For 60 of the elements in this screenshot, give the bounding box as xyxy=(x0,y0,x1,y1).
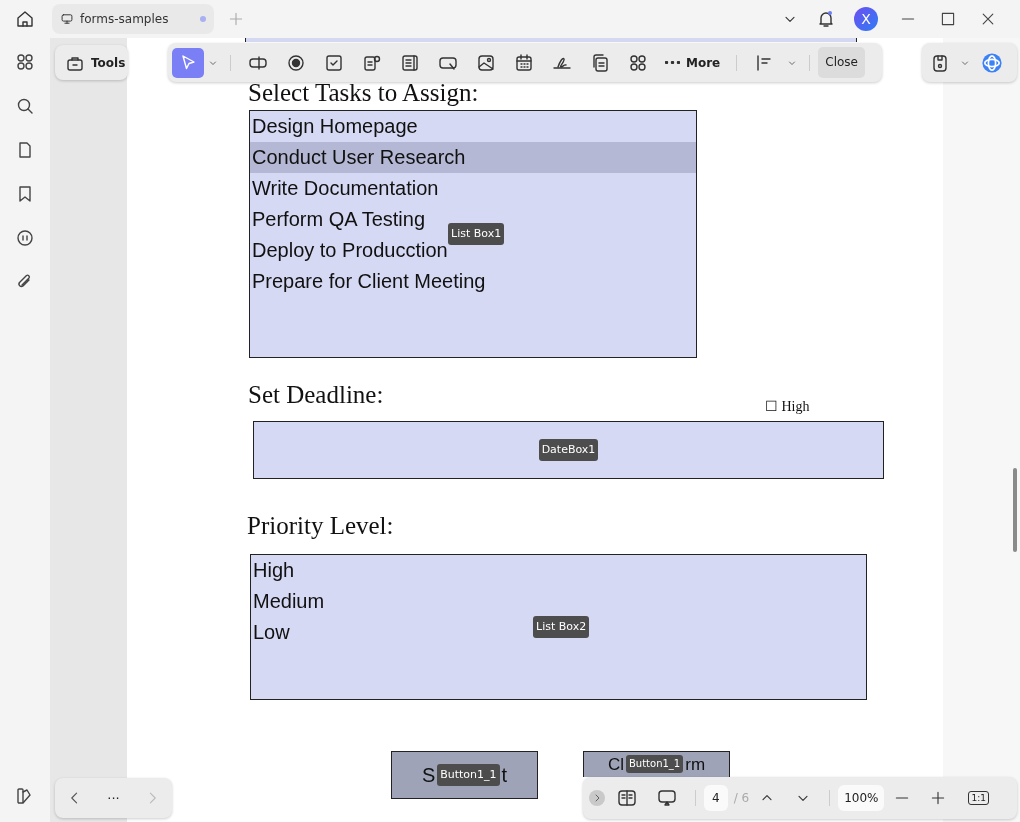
button-label: rm xyxy=(685,755,706,775)
field-tag: List Box1 xyxy=(448,223,505,245)
maximize-icon[interactable] xyxy=(940,11,956,27)
two-page-icon[interactable] xyxy=(617,788,637,808)
field-tag: Button1_1 xyxy=(626,755,684,773)
list-item[interactable]: Medium xyxy=(253,586,325,617)
button-label: Cl xyxy=(607,755,624,775)
list-item[interactable]: Perform QA Testing xyxy=(252,204,426,235)
tab-title: forms-samples xyxy=(80,12,170,26)
list-box[interactable]: High Medium Low List Box2 xyxy=(250,554,867,700)
calendar-icon[interactable] xyxy=(514,52,534,73)
search-icon[interactable] xyxy=(15,96,35,116)
select-tool-button[interactable] xyxy=(172,47,204,78)
field-tag: Button1_1 xyxy=(437,764,500,786)
user-avatar[interactable]: X xyxy=(854,7,878,31)
zoom-level-field[interactable]: 100% xyxy=(838,785,885,811)
list-box[interactable]: Design Homepage Conduct User Research Write Documentation Perform QA Testing List Box1 Deploy to Producction Prepare for Client Meeting xyxy=(249,110,697,358)
presentation-icon[interactable] xyxy=(657,788,677,808)
dots-icon xyxy=(665,61,680,64)
scrollbar[interactable] xyxy=(1013,468,1017,552)
button-label: S xyxy=(421,763,436,787)
more-button[interactable]: More xyxy=(665,55,721,70)
close-icon[interactable] xyxy=(980,11,996,27)
image-icon[interactable] xyxy=(476,52,496,73)
expand-button[interactable] xyxy=(589,790,605,806)
close-button[interactable]: Close xyxy=(818,47,865,78)
copies-icon[interactable] xyxy=(590,52,610,73)
radio-button-icon[interactable] xyxy=(286,52,306,73)
more-button[interactable]: ··· xyxy=(107,790,120,806)
form-button[interactable]: S Button1_1 t xyxy=(391,751,538,799)
field-tag: List Box2 xyxy=(533,616,590,638)
list-item[interactable]: Prepare for Client Meeting xyxy=(252,266,486,297)
save-icon[interactable] xyxy=(930,52,950,73)
form-heading: Priority Level: xyxy=(247,512,394,540)
tools-button[interactable]: Tools xyxy=(55,45,128,80)
list-item[interactable]: Deploy to Producction xyxy=(252,235,448,266)
zoom-in-icon[interactable] xyxy=(930,790,947,806)
list-item[interactable]: Conduct User Research xyxy=(252,142,466,173)
checkbox-icon[interactable] xyxy=(324,52,344,73)
ai-assistant-icon[interactable] xyxy=(980,50,1004,75)
date-field[interactable]: DateBox1 xyxy=(253,421,884,479)
list-item[interactable]: High xyxy=(253,555,295,586)
grid-icon[interactable] xyxy=(628,52,648,73)
document-tab[interactable]: forms-samples xyxy=(52,4,214,34)
list-item[interactable]: Low xyxy=(253,617,290,648)
field-tag: DateBox1 xyxy=(538,439,599,461)
list-box-icon[interactable] xyxy=(400,52,420,73)
home-icon[interactable] xyxy=(15,9,35,29)
form-heading: Select Tasks to Assign: xyxy=(248,79,479,107)
page-total: / 6 xyxy=(733,791,750,805)
list-item[interactable]: Write Documentation xyxy=(252,173,439,204)
checkbox-label[interactable]: ☐ High xyxy=(765,398,810,415)
monitor-icon xyxy=(60,12,74,26)
actual-size-button[interactable]: 1:1 xyxy=(968,791,989,805)
list-item[interactable]: Design Homepage xyxy=(252,111,418,142)
page-number-field[interactable]: 4 xyxy=(704,785,728,811)
grid-icon[interactable] xyxy=(15,52,35,72)
button-label: t xyxy=(501,763,508,787)
form-heading: Set Deadline: xyxy=(248,381,384,409)
form-button[interactable]: Cl Button1_1 rm xyxy=(583,751,730,777)
